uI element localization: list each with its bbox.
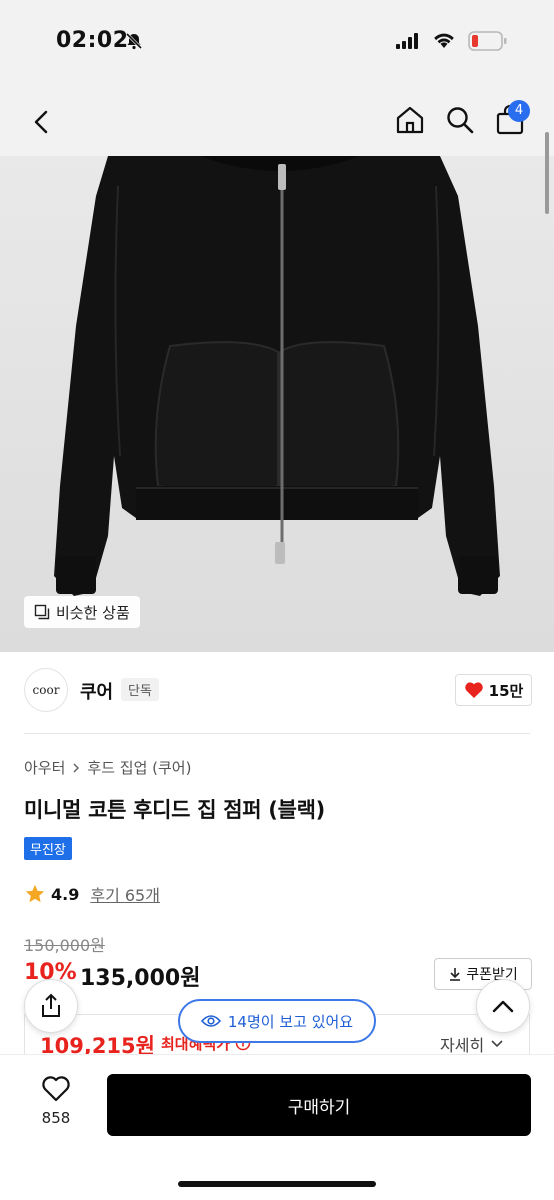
brand-like-button[interactable]: 15만 [455, 674, 532, 706]
details-label: 자세히 [440, 1036, 485, 1055]
wifi-icon [434, 33, 454, 48]
chevron-right-icon [73, 762, 80, 773]
cellular-signal-icon [396, 33, 418, 49]
breadcrumb-subcategory[interactable]: 후드 집업 (쿠어) [87, 757, 191, 778]
similar-items-icon [34, 604, 50, 620]
brand-row: coor 쿠어 단독 15만 [0, 668, 554, 716]
similar-products-label: 비슷한 상품 [56, 603, 130, 622]
sale-price: 135,000원 [80, 966, 201, 991]
home-icon [396, 106, 424, 134]
share-icon [42, 993, 60, 1017]
exclusive-tag: 단독 [121, 678, 159, 701]
review-count-link[interactable]: 후기 65개 [90, 882, 160, 906]
brand-like-count: 15만 [488, 681, 524, 700]
live-viewers-text: 14명이 보고 있어요 [227, 1012, 354, 1031]
top-navigation [0, 88, 554, 156]
chevron-left-icon [34, 110, 48, 134]
scroll-top-button[interactable] [476, 979, 530, 1033]
search-icon [447, 107, 474, 134]
product-image[interactable] [0, 156, 554, 652]
similar-products-button[interactable]: 비슷한 상품 [24, 596, 140, 628]
breadcrumb: 아우터 후드 집업 (쿠어) [24, 757, 191, 778]
heart-outline-icon [42, 1076, 70, 1102]
wishlist-button[interactable]: 858 [24, 1075, 88, 1139]
chevron-down-icon [491, 1040, 503, 1048]
share-button[interactable] [24, 979, 78, 1033]
bell-slash-icon [125, 32, 143, 50]
brand-logo[interactable]: coor [24, 668, 68, 712]
jacket-photo [0, 156, 554, 652]
eye-icon [200, 1015, 221, 1027]
buy-button[interactable]: 구매하기 [107, 1074, 531, 1136]
shipping-badge: 무진장 [24, 837, 72, 860]
status-bar: 02:02 [0, 0, 554, 88]
product-title: 미니멀 코튼 후디드 집 점퍼 (블랙) [24, 798, 325, 822]
chevron-up-icon [492, 1000, 514, 1013]
clock: 02:02 [56, 28, 129, 53]
cart-count-badge: 4 [508, 100, 530, 122]
scroll-indicator[interactable] [545, 132, 549, 214]
breadcrumb-category[interactable]: 아우터 [24, 757, 65, 778]
heart-filled-icon [464, 682, 483, 698]
battery-low-icon [468, 31, 507, 51]
back-button[interactable] [22, 102, 62, 142]
rating-row: 4.9 후기 65개 [24, 882, 160, 906]
download-icon [450, 968, 461, 981]
brand-name[interactable]: 쿠어 [80, 678, 113, 704]
rating-score: 4.9 [51, 884, 80, 904]
home-button[interactable] [390, 100, 430, 140]
star-icon [25, 884, 45, 903]
original-price: 150,000원 [24, 936, 105, 955]
section-divider [24, 733, 530, 734]
home-indicator [178, 1181, 376, 1187]
live-viewers-pill: 14명이 보고 있어요 [178, 999, 376, 1043]
search-button[interactable] [440, 100, 480, 140]
wishlist-count: 858 [41, 1109, 71, 1127]
bottom-action-bar: 858 구매하기 [0, 1054, 554, 1200]
details-link[interactable]: 자세히 [440, 1032, 504, 1056]
